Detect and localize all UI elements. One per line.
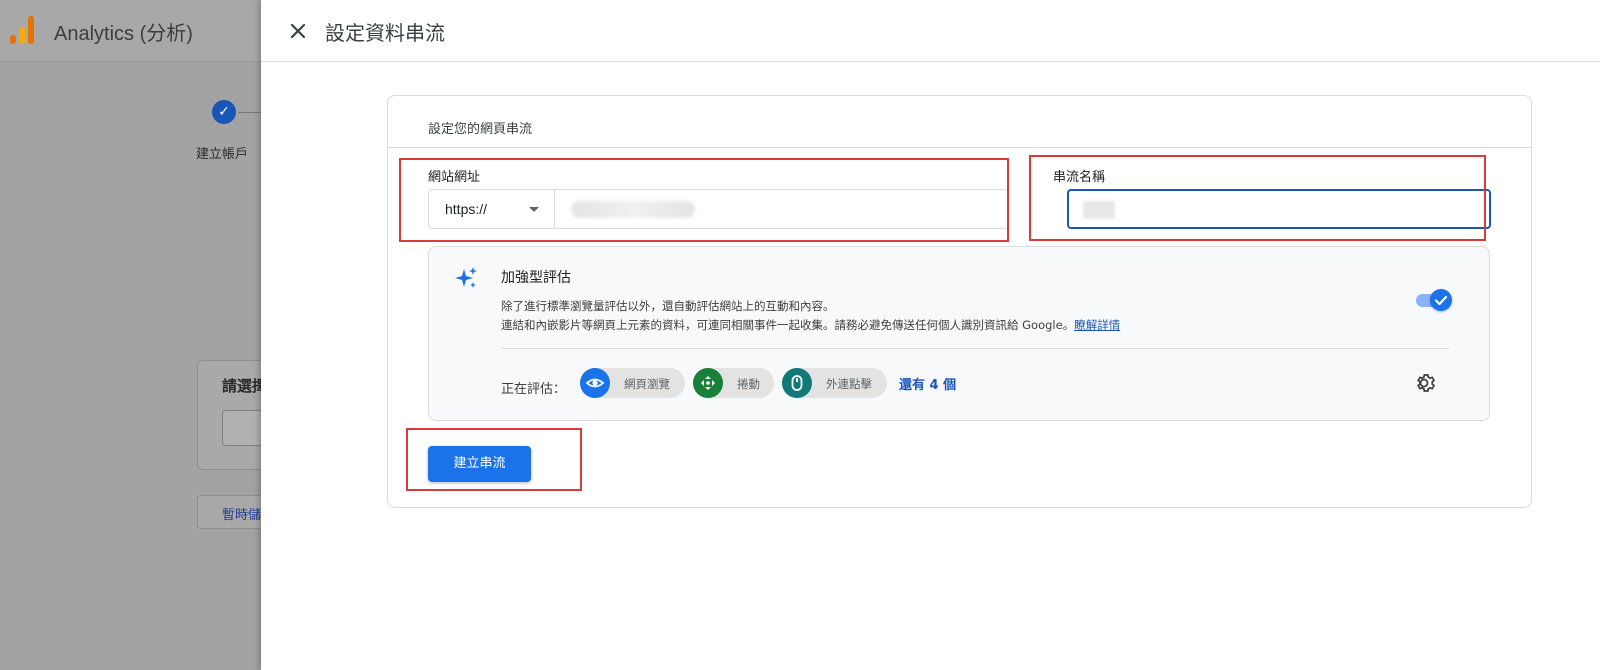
gear-icon[interactable] <box>1414 371 1438 395</box>
card-heading: 設定您的網頁串流 <box>428 122 533 137</box>
step-label-create-account: 建立帳戶 <box>196 147 249 162</box>
web-stream-card: 設定您的網頁串流 網站網址 https:// 串流名稱 加強型評估 除了進行標準… <box>387 95 1532 508</box>
enhanced-description-line2: 連結和內嵌影片等網頁上元素的資料，可連同相關事件一起收集。請務必避免傳送任何個人… <box>501 317 1120 333</box>
chip-outbound-clicks[interactable]: 外連點擊 <box>782 368 887 398</box>
setup-data-stream-panel: 設定資料串流 設定您的網頁串流 網站網址 https:// 串流名稱 加強型評估… <box>261 0 1600 670</box>
toggle-knob <box>1430 289 1452 311</box>
panel-title: 設定資料串流 <box>325 21 445 45</box>
highlight-box-stream-name <box>1029 155 1486 241</box>
learn-more-link[interactable]: 瞭解詳情 <box>1074 318 1120 332</box>
panel-header: 設定資料串流 <box>261 0 1600 62</box>
highlight-box-create-stream <box>406 428 582 491</box>
sparkle-icon <box>453 265 479 291</box>
enhanced-measurement-toggle[interactable] <box>1416 289 1452 311</box>
check-icon <box>1434 295 1448 306</box>
enhanced-measurement-section: 加強型評估 除了進行標準瀏覽量評估以外，還自動評估網站上的互動和內容。 連結和內… <box>428 246 1490 421</box>
enhanced-divider <box>501 348 1449 349</box>
mouse-icon <box>782 368 812 398</box>
close-icon[interactable] <box>285 18 311 44</box>
step-complete-check-icon: ✓ <box>212 100 236 124</box>
chip-scrolls-label: 捲動 <box>737 377 760 391</box>
chip-outbound-clicks-label: 外連點擊 <box>826 377 872 391</box>
enhanced-description-line2-text: 連結和內嵌影片等網頁上元素的資料，可連同相關事件一起收集。請務必避免傳送任何個人… <box>501 318 1075 332</box>
analytics-logo-icon <box>10 14 36 44</box>
enhanced-measurement-title: 加強型評估 <box>501 270 571 286</box>
measuring-label: 正在評估： <box>501 382 567 397</box>
chip-scrolls[interactable]: 捲動 <box>693 368 774 398</box>
eye-icon <box>580 368 610 398</box>
background-save-label: 暫時儲 <box>222 508 262 523</box>
chip-page-views-label: 網頁瀏覽 <box>624 377 670 391</box>
enhanced-description-line1: 除了進行標準瀏覽量評估以外，還自動評估網站上的互動和內容。 <box>501 299 835 313</box>
chip-page-views[interactable]: 網頁瀏覽 <box>580 368 685 398</box>
card-divider <box>388 147 1531 148</box>
more-events-link[interactable]: 還有 4 個 <box>899 374 956 393</box>
highlight-box-website-url <box>399 158 1009 242</box>
scroll-arrows-icon <box>693 368 723 398</box>
app-title: Analytics (分析) <box>54 23 193 45</box>
